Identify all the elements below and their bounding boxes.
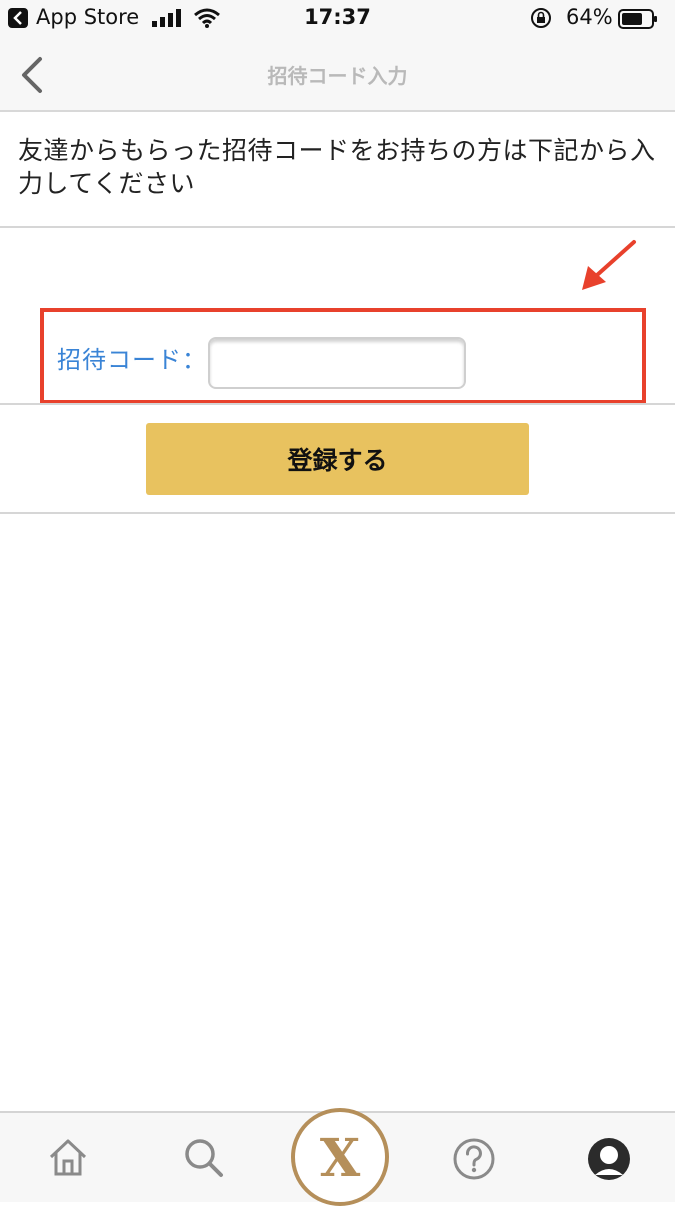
invite-code-label: 招待コード： [57,346,207,374]
tab-brand-center[interactable]: X [291,1108,389,1206]
profile-icon [588,1138,630,1180]
navigation-bar: 招待コード入力 [0,36,675,112]
tab-home[interactable] [27,1113,107,1202]
divider [0,226,675,228]
page-title: 招待コード入力 [267,64,408,88]
tab-profile[interactable] [567,1113,647,1202]
search-icon [185,1139,223,1177]
instruction-text: 友達からもらった招待コードをお持ちの方は下記から入力してください [18,136,656,198]
tab-help[interactable] [432,1113,512,1202]
brand-x-icon: X [319,1128,361,1189]
tab-search[interactable] [163,1113,243,1202]
status-bar: App Store 17:37 64% [0,0,675,36]
help-icon [453,1138,495,1180]
home-icon [49,1139,87,1176]
invite-code-input[interactable] [208,337,466,389]
register-button[interactable]: 登録する [146,423,529,495]
annotation-arrow-icon [582,240,636,290]
rotation-lock-icon [531,8,551,28]
battery-icon [618,9,657,29]
divider [0,403,675,405]
divider [0,512,675,514]
battery-percent: 64% [566,5,613,29]
